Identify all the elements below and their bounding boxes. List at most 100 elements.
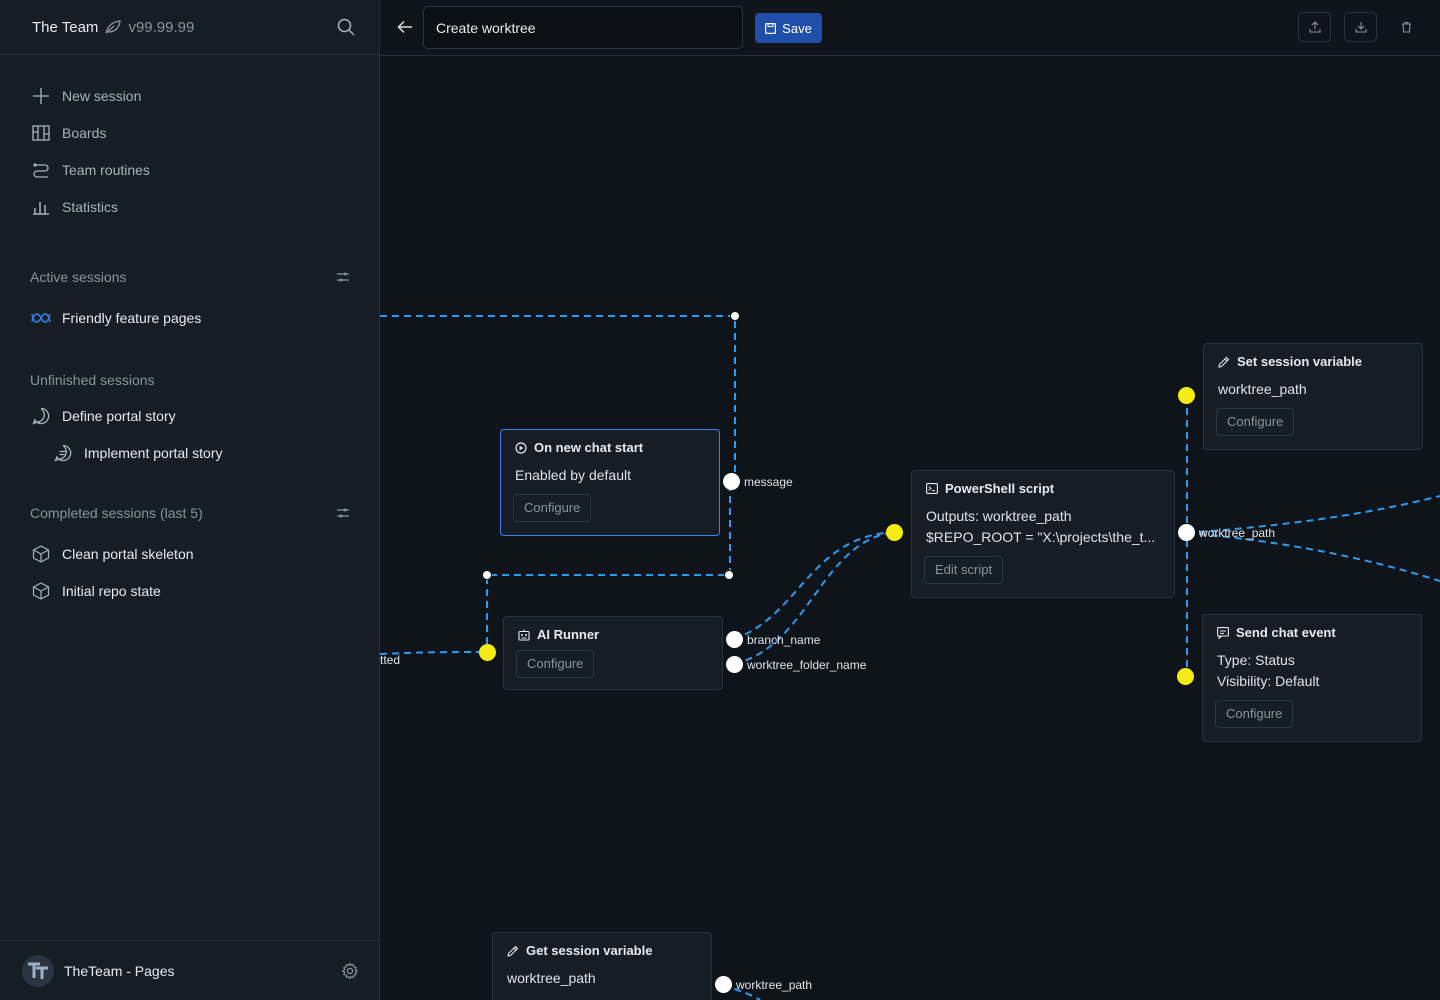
floppy-icon xyxy=(765,22,777,34)
search-icon[interactable] xyxy=(331,12,361,42)
trash-icon xyxy=(1402,21,1411,33)
avatar[interactable] xyxy=(22,954,54,987)
node-body-line: $REPO_ROOT = "X:\projects\the_t... xyxy=(926,529,1156,545)
pencil-icon xyxy=(507,945,519,957)
session-clean-portal-skeleton[interactable]: Clean portal skeleton xyxy=(0,535,379,572)
package-icon xyxy=(30,543,52,565)
section-title: Active sessions xyxy=(30,269,127,285)
node-body: worktree_path xyxy=(1204,369,1422,400)
node-body-line: Outputs: worktree_path xyxy=(926,508,1072,524)
node-get-session-variable[interactable]: Get session variable worktree_path xyxy=(492,932,712,1000)
node-set-session-variable[interactable]: Set session variable worktree_path Confi… xyxy=(1203,343,1423,450)
nav-label: Boards xyxy=(62,124,107,141)
sidebar: The Team v99.99.99 New session Boards Te… xyxy=(0,0,380,1000)
edit-script-button[interactable]: Edit script xyxy=(924,556,1004,584)
delete-button[interactable] xyxy=(1390,12,1423,42)
routine-icon xyxy=(30,159,52,181)
export-button[interactable] xyxy=(1298,12,1331,42)
unfinished-sessions-header: Unfinished sessions xyxy=(0,370,379,390)
active-sessions-header: Active sessions xyxy=(0,267,379,287)
node-title-text: PowerShell script xyxy=(945,481,1055,496)
node-title-text: On new chat start xyxy=(534,440,644,455)
node-ai-runner[interactable]: AI Runner Configure xyxy=(503,616,723,690)
session-label: Clean portal skeleton xyxy=(62,545,194,562)
session-define-portal-story[interactable]: Define portal story xyxy=(0,397,379,434)
save-label: Save xyxy=(782,20,812,36)
port-label-partial: tted xyxy=(380,653,401,667)
wire-junction xyxy=(482,570,492,580)
node-powershell-script[interactable]: PowerShell script Outputs: worktree_path… xyxy=(911,470,1175,598)
chat-bubble-icon xyxy=(30,405,52,427)
pencil-icon xyxy=(1218,356,1230,368)
port-branch-name[interactable] xyxy=(726,631,743,648)
sidebar-header: The Team v99.99.99 xyxy=(0,0,379,55)
session-friendly-feature-pages[interactable]: Friendly feature pages xyxy=(0,299,379,336)
session-implement-portal-story[interactable]: Implement portal story xyxy=(0,434,379,471)
node-on-new-chat-start[interactable]: On new chat start Enabled by default Con… xyxy=(500,429,720,536)
node-body-line: worktree_path xyxy=(1218,381,1307,397)
section-title: Completed sessions (last 5) xyxy=(30,505,203,521)
port-worktree-path[interactable] xyxy=(1178,524,1195,541)
nav-label: Team routines xyxy=(62,161,150,178)
routine-title-input[interactable] xyxy=(423,6,743,49)
robot-icon xyxy=(518,629,530,641)
port-message[interactable] xyxy=(723,473,740,490)
port-ai-runner-input[interactable] xyxy=(479,644,496,661)
section-title: Unfinished sessions xyxy=(30,372,155,388)
nav-new-session[interactable]: New session xyxy=(0,77,379,114)
back-arrow-icon[interactable] xyxy=(394,16,416,38)
main-nav: New session Boards Team routines Statist… xyxy=(0,55,379,225)
wire-junction xyxy=(724,570,734,580)
session-label: Friendly feature pages xyxy=(62,309,202,326)
node-title: AI Runner xyxy=(504,617,722,642)
brand-name: The Team xyxy=(32,18,99,36)
node-body-line: Type: Status xyxy=(1217,652,1295,668)
session-initial-repo-state[interactable]: Initial repo state xyxy=(0,572,379,609)
download-icon xyxy=(1354,22,1367,33)
wire-branch xyxy=(733,531,896,640)
node-title: Send chat event xyxy=(1203,615,1421,640)
session-label: Implement portal story xyxy=(84,444,223,461)
node-send-chat-event[interactable]: Send chat event Type: Status Visibility:… xyxy=(1202,614,1422,742)
configure-button[interactable]: Configure xyxy=(516,650,595,678)
play-circle-icon xyxy=(515,441,527,454)
flow-canvas[interactable]: On new chat start Enabled by default Con… xyxy=(380,56,1440,1000)
configure-button[interactable]: Configure xyxy=(513,494,592,522)
package-icon xyxy=(30,580,52,602)
save-button[interactable]: Save xyxy=(755,13,822,43)
terminal-icon xyxy=(926,483,938,494)
gear-icon[interactable] xyxy=(341,961,359,980)
chat-lines-icon xyxy=(52,442,74,464)
port-worktree-folder-name[interactable] xyxy=(726,656,743,673)
wire-out-lower xyxy=(1186,532,1440,582)
node-body-line: worktree_path xyxy=(507,970,596,986)
node-body: Enabled by default xyxy=(501,455,719,486)
node-body-line: Visibility: Default xyxy=(1217,673,1320,689)
node-body: Outputs: worktree_path $REPO_ROOT = "X:\… xyxy=(912,496,1174,548)
import-button[interactable] xyxy=(1344,12,1377,42)
configure-button[interactable]: Configure xyxy=(1216,408,1295,436)
port-get-var-output[interactable] xyxy=(715,976,732,993)
bar-chart-icon xyxy=(30,196,52,218)
node-body: worktree_path xyxy=(493,958,711,989)
nav-label: New session xyxy=(62,87,142,104)
app-version: v99.99.99 xyxy=(128,18,195,36)
port-powershell-input[interactable] xyxy=(886,524,903,541)
port-set-var-input[interactable] xyxy=(1178,387,1195,404)
message-square-icon xyxy=(1217,626,1229,639)
completed-sessions-header: Completed sessions (last 5) xyxy=(0,503,379,523)
port-label-worktree-path: worktree_path xyxy=(1199,526,1276,540)
plus-icon xyxy=(30,85,52,107)
node-body-line: Enabled by default xyxy=(515,467,631,483)
nav-statistics[interactable]: Statistics xyxy=(0,188,379,225)
filter-icon[interactable] xyxy=(337,272,349,282)
filter-icon[interactable] xyxy=(337,508,349,518)
leaf-icon xyxy=(104,19,122,35)
nav-team-routines[interactable]: Team routines xyxy=(0,151,379,188)
port-label-branch-name: branch_name xyxy=(747,633,821,647)
port-send-event-input[interactable] xyxy=(1177,668,1194,685)
configure-button[interactable]: Configure xyxy=(1215,700,1294,728)
node-title-text: Send chat event xyxy=(1236,625,1336,640)
nav-boards[interactable]: Boards xyxy=(0,114,379,151)
node-title-text: Set session variable xyxy=(1237,354,1363,369)
